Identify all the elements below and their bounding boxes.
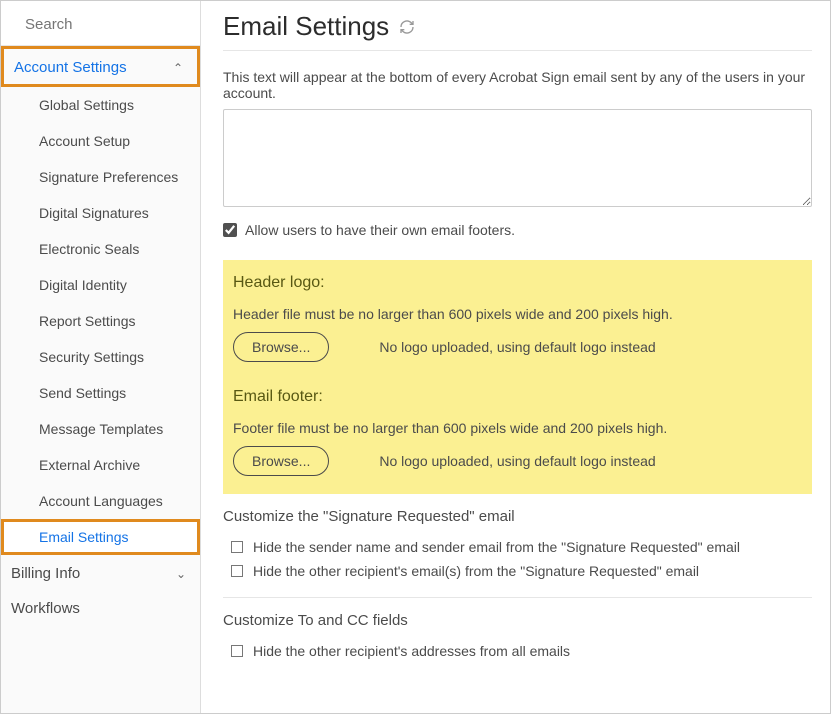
checkbox-icon[interactable] xyxy=(231,541,243,553)
sidebar: Account Settings ⌃ Global Settings Accou… xyxy=(1,1,201,713)
app-shell: Account Settings ⌃ Global Settings Accou… xyxy=(0,0,831,714)
page-title: Email Settings xyxy=(223,11,812,42)
refresh-icon[interactable] xyxy=(399,19,415,35)
header-logo-desc: Header file must be no larger than 600 p… xyxy=(233,306,802,322)
chevron-up-icon: ⌃ xyxy=(173,61,183,75)
nav-item-digital-signatures[interactable]: Digital Signatures xyxy=(1,195,200,231)
email-footer-browse-button[interactable]: Browse... xyxy=(233,446,329,476)
hide-other-recipients-row[interactable]: Hide the other recipient's email(s) from… xyxy=(231,559,812,583)
main-content: Email Settings This text will appear at … xyxy=(201,1,830,713)
sig-requested-heading: Customize the "Signature Requested" emai… xyxy=(223,508,812,525)
search-input[interactable] xyxy=(25,16,224,33)
nav-item-signature-preferences[interactable]: Signature Preferences xyxy=(1,159,200,195)
email-footer-heading: Email footer: xyxy=(233,388,802,406)
sig-requested-options: Hide the sender name and sender email fr… xyxy=(223,535,812,583)
nav-section-label: Account Settings xyxy=(14,59,127,76)
nav-item-digital-identity[interactable]: Digital Identity xyxy=(1,267,200,303)
to-cc-heading: Customize To and CC fields xyxy=(223,612,812,629)
allow-own-footers-label: Allow users to have their own email foot… xyxy=(245,222,515,238)
email-footer-desc: Footer file must be no larger than 600 p… xyxy=(233,420,802,436)
checkbox-icon[interactable] xyxy=(231,645,243,657)
nav-section-billing-info[interactable]: Billing Info ⌄ xyxy=(1,555,200,590)
nav-item-electronic-seals[interactable]: Electronic Seals xyxy=(1,231,200,267)
divider xyxy=(223,597,812,598)
nav-item-send-settings[interactable]: Send Settings xyxy=(1,375,200,411)
hide-sender-label: Hide the sender name and sender email fr… xyxy=(253,539,740,555)
checkbox-icon[interactable] xyxy=(231,565,243,577)
logo-settings-highlight: Header logo: Header file must be no larg… xyxy=(223,260,812,494)
to-cc-options: Hide the other recipient's addresses fro… xyxy=(223,639,812,663)
nav-item-account-setup[interactable]: Account Setup xyxy=(1,123,200,159)
nav-item-account-languages[interactable]: Account Languages xyxy=(1,483,200,519)
search-box[interactable] xyxy=(1,1,200,46)
nav-item-security-settings[interactable]: Security Settings xyxy=(1,339,200,375)
header-logo-status: No logo uploaded, using default logo ins… xyxy=(379,339,655,355)
page-title-text: Email Settings xyxy=(223,11,389,42)
email-footer-status: No logo uploaded, using default logo ins… xyxy=(379,453,655,469)
nav-section-account-settings[interactable]: Account Settings ⌃ xyxy=(1,46,200,87)
nav-item-message-templates[interactable]: Message Templates xyxy=(1,411,200,447)
nav-item-email-settings[interactable]: Email Settings xyxy=(1,519,200,555)
hide-sender-row[interactable]: Hide the sender name and sender email fr… xyxy=(231,535,812,559)
nav-item-global-settings[interactable]: Global Settings xyxy=(1,87,200,123)
footer-description: This text will appear at the bottom of e… xyxy=(223,69,812,101)
allow-own-footers-row[interactable]: Allow users to have their own email foot… xyxy=(223,222,812,238)
hide-other-addresses-row[interactable]: Hide the other recipient's addresses fro… xyxy=(231,639,812,663)
nav-section-label: Workflows xyxy=(11,600,80,617)
divider xyxy=(223,50,812,51)
nav-item-external-archive[interactable]: External Archive xyxy=(1,447,200,483)
allow-own-footers-checkbox[interactable] xyxy=(223,223,237,237)
chevron-down-icon: ⌄ xyxy=(176,567,186,581)
nav-list-account: Global Settings Account Setup Signature … xyxy=(1,87,200,555)
email-footer-textarea[interactable] xyxy=(223,109,812,207)
header-logo-browse-button[interactable]: Browse... xyxy=(233,332,329,362)
nav-section-label: Billing Info xyxy=(11,565,80,582)
hide-other-addresses-label: Hide the other recipient's addresses fro… xyxy=(253,643,570,659)
hide-other-label: Hide the other recipient's email(s) from… xyxy=(253,563,699,579)
nav-section-workflows[interactable]: Workflows xyxy=(1,590,200,625)
header-logo-heading: Header logo: xyxy=(233,274,802,292)
nav-item-report-settings[interactable]: Report Settings xyxy=(1,303,200,339)
